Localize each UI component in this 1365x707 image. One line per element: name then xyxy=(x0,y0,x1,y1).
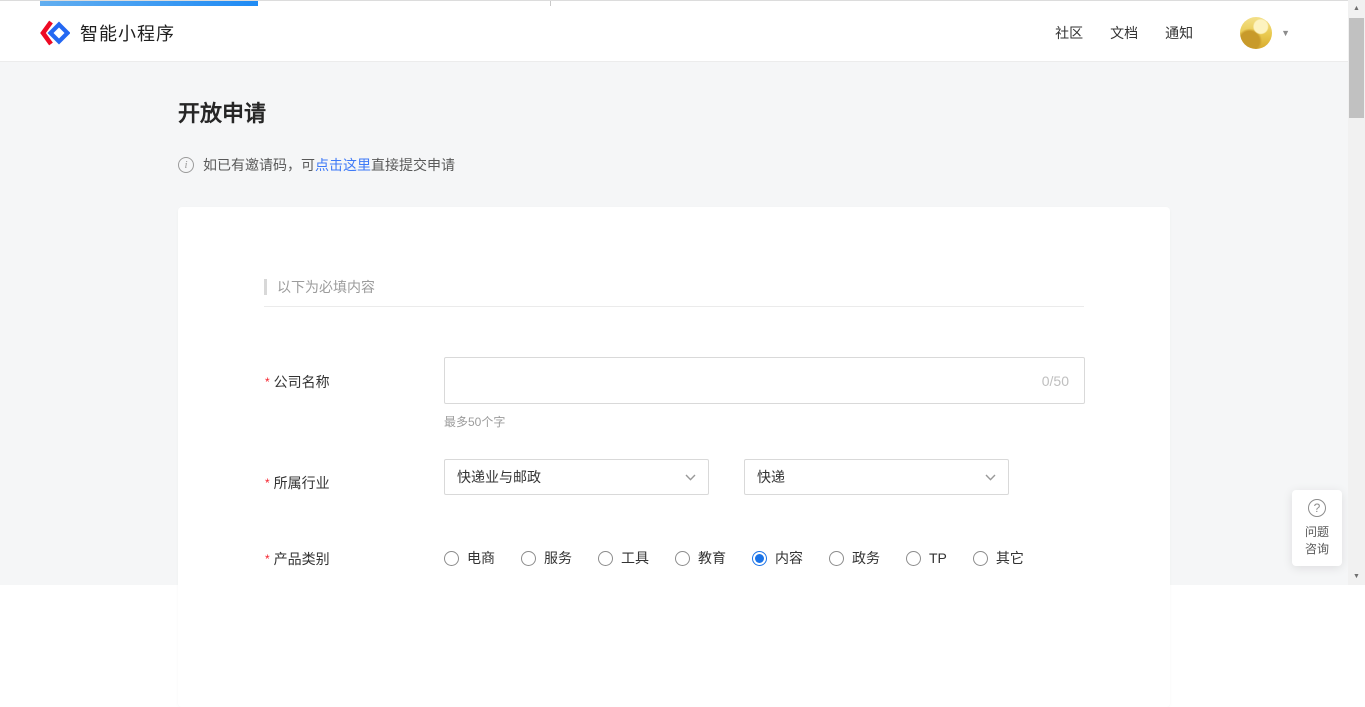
radio-icon xyxy=(521,551,536,566)
smart-miniprogram-logo-icon xyxy=(40,20,70,46)
radio-option-content[interactable]: 内容 xyxy=(752,548,803,568)
radio-icon xyxy=(973,551,988,566)
user-avatar[interactable] xyxy=(1240,17,1272,49)
user-menu[interactable]: ▼ xyxy=(1240,17,1290,49)
scrollbar-thumb[interactable] xyxy=(1349,18,1364,118)
radio-option-government[interactable]: 政务 xyxy=(829,548,880,568)
industry-label-text: 所属行业 xyxy=(274,475,330,491)
main-content: 开放申请 i 如已有邀请码，可点击这里直接提交申请 以下为必填内容 *公司名称 … xyxy=(0,62,1348,585)
info-icon: i xyxy=(178,157,194,173)
category-radio-group: 电商 服务 工具 教育 内容 政务 xyxy=(444,548,1024,568)
required-asterisk: * xyxy=(265,375,270,389)
notice-text-suffix: 直接提交申请 xyxy=(371,155,455,175)
company-name-label: * 公司名称 xyxy=(265,372,330,392)
help-label-line1: 问题 xyxy=(1305,524,1329,541)
help-label-line2: 咨询 xyxy=(1305,541,1329,558)
radio-option-label: 教育 xyxy=(698,548,726,568)
application-form-card: 以下为必填内容 * 公司名称 0/50 最多50个字 * 所属行业 快递业与邮政 快… xyxy=(178,207,1170,707)
radio-option-label: 内容 xyxy=(775,548,803,568)
section-accent-bar xyxy=(264,279,267,295)
radio-option-label: 政务 xyxy=(852,548,880,568)
industry-primary-value: 快递业与邮政 xyxy=(457,467,685,487)
chevron-down-icon: ▼ xyxy=(1281,28,1290,38)
click-here-link[interactable]: 点击这里 xyxy=(315,155,371,175)
company-name-input[interactable] xyxy=(444,357,1085,404)
invite-code-notice: i 如已有邀请码，可点击这里直接提交申请 xyxy=(178,155,455,175)
radio-option-label: 其它 xyxy=(996,548,1024,568)
radio-option-service[interactable]: 服务 xyxy=(521,548,572,568)
required-section-header: 以下为必填内容 xyxy=(264,277,375,297)
browser-tab-strip xyxy=(0,0,1365,5)
notice-text-prefix: 如已有邀请码，可 xyxy=(203,155,315,175)
industry-secondary-select[interactable]: 快递 xyxy=(744,459,1009,495)
page-loading-progress-bar xyxy=(40,1,258,6)
nav-link-community[interactable]: 社区 xyxy=(1055,23,1083,43)
industry-secondary-value: 快递 xyxy=(757,467,985,487)
radio-option-other[interactable]: 其它 xyxy=(973,548,1024,568)
radio-option-label: TP xyxy=(929,550,947,566)
chevron-down-icon xyxy=(685,474,696,481)
industry-label: * 所属行业 xyxy=(265,473,330,493)
section-divider xyxy=(264,306,1084,307)
nav-link-notifications[interactable]: 通知 xyxy=(1165,23,1193,43)
radio-option-tp[interactable]: TP xyxy=(906,550,947,566)
radio-option-label: 工具 xyxy=(621,548,649,568)
radio-option-tools[interactable]: 工具 xyxy=(598,548,649,568)
radio-icon xyxy=(444,551,459,566)
radio-icon xyxy=(752,551,767,566)
scrollbar-up-arrow-icon[interactable]: ▲ xyxy=(1348,0,1365,17)
page-title: 开放申请 xyxy=(178,96,266,128)
vertical-scrollbar[interactable]: ▲ ▼ xyxy=(1348,0,1365,585)
category-label: * 产品类别 xyxy=(265,549,330,569)
tab-divider xyxy=(550,1,551,6)
help-consult-button[interactable]: ? 问题 咨询 xyxy=(1292,490,1342,566)
radio-option-label: 服务 xyxy=(544,548,572,568)
company-name-input-wrap: 0/50 xyxy=(444,357,1085,404)
radio-option-education[interactable]: 教育 xyxy=(675,548,726,568)
category-label-text: 产品类别 xyxy=(274,551,330,567)
brand-name: 智能小程序 xyxy=(80,20,175,46)
radio-icon xyxy=(675,551,690,566)
company-name-label-text: 公司名称 xyxy=(274,374,330,390)
header-nav: 社区 文档 通知 ▼ xyxy=(1055,5,1290,61)
radio-icon xyxy=(906,551,921,566)
nav-link-docs[interactable]: 文档 xyxy=(1110,23,1138,43)
radio-icon xyxy=(829,551,844,566)
brand-logo[interactable]: 智能小程序 xyxy=(40,20,175,46)
top-header: 智能小程序 社区 文档 通知 ▼ xyxy=(0,5,1348,62)
required-asterisk: * xyxy=(265,552,270,566)
scrollbar-down-arrow-icon[interactable]: ▼ xyxy=(1348,568,1365,585)
chevron-down-icon xyxy=(985,474,996,481)
radio-icon xyxy=(598,551,613,566)
section-title: 以下为必填内容 xyxy=(277,277,375,297)
radio-option-ecommerce[interactable]: 电商 xyxy=(444,548,495,568)
required-asterisk: * xyxy=(265,476,270,490)
industry-primary-select[interactable]: 快递业与邮政 xyxy=(444,459,709,495)
radio-option-label: 电商 xyxy=(467,548,495,568)
company-name-helper: 最多50个字 xyxy=(444,413,505,430)
question-mark-icon: ? xyxy=(1308,499,1326,517)
